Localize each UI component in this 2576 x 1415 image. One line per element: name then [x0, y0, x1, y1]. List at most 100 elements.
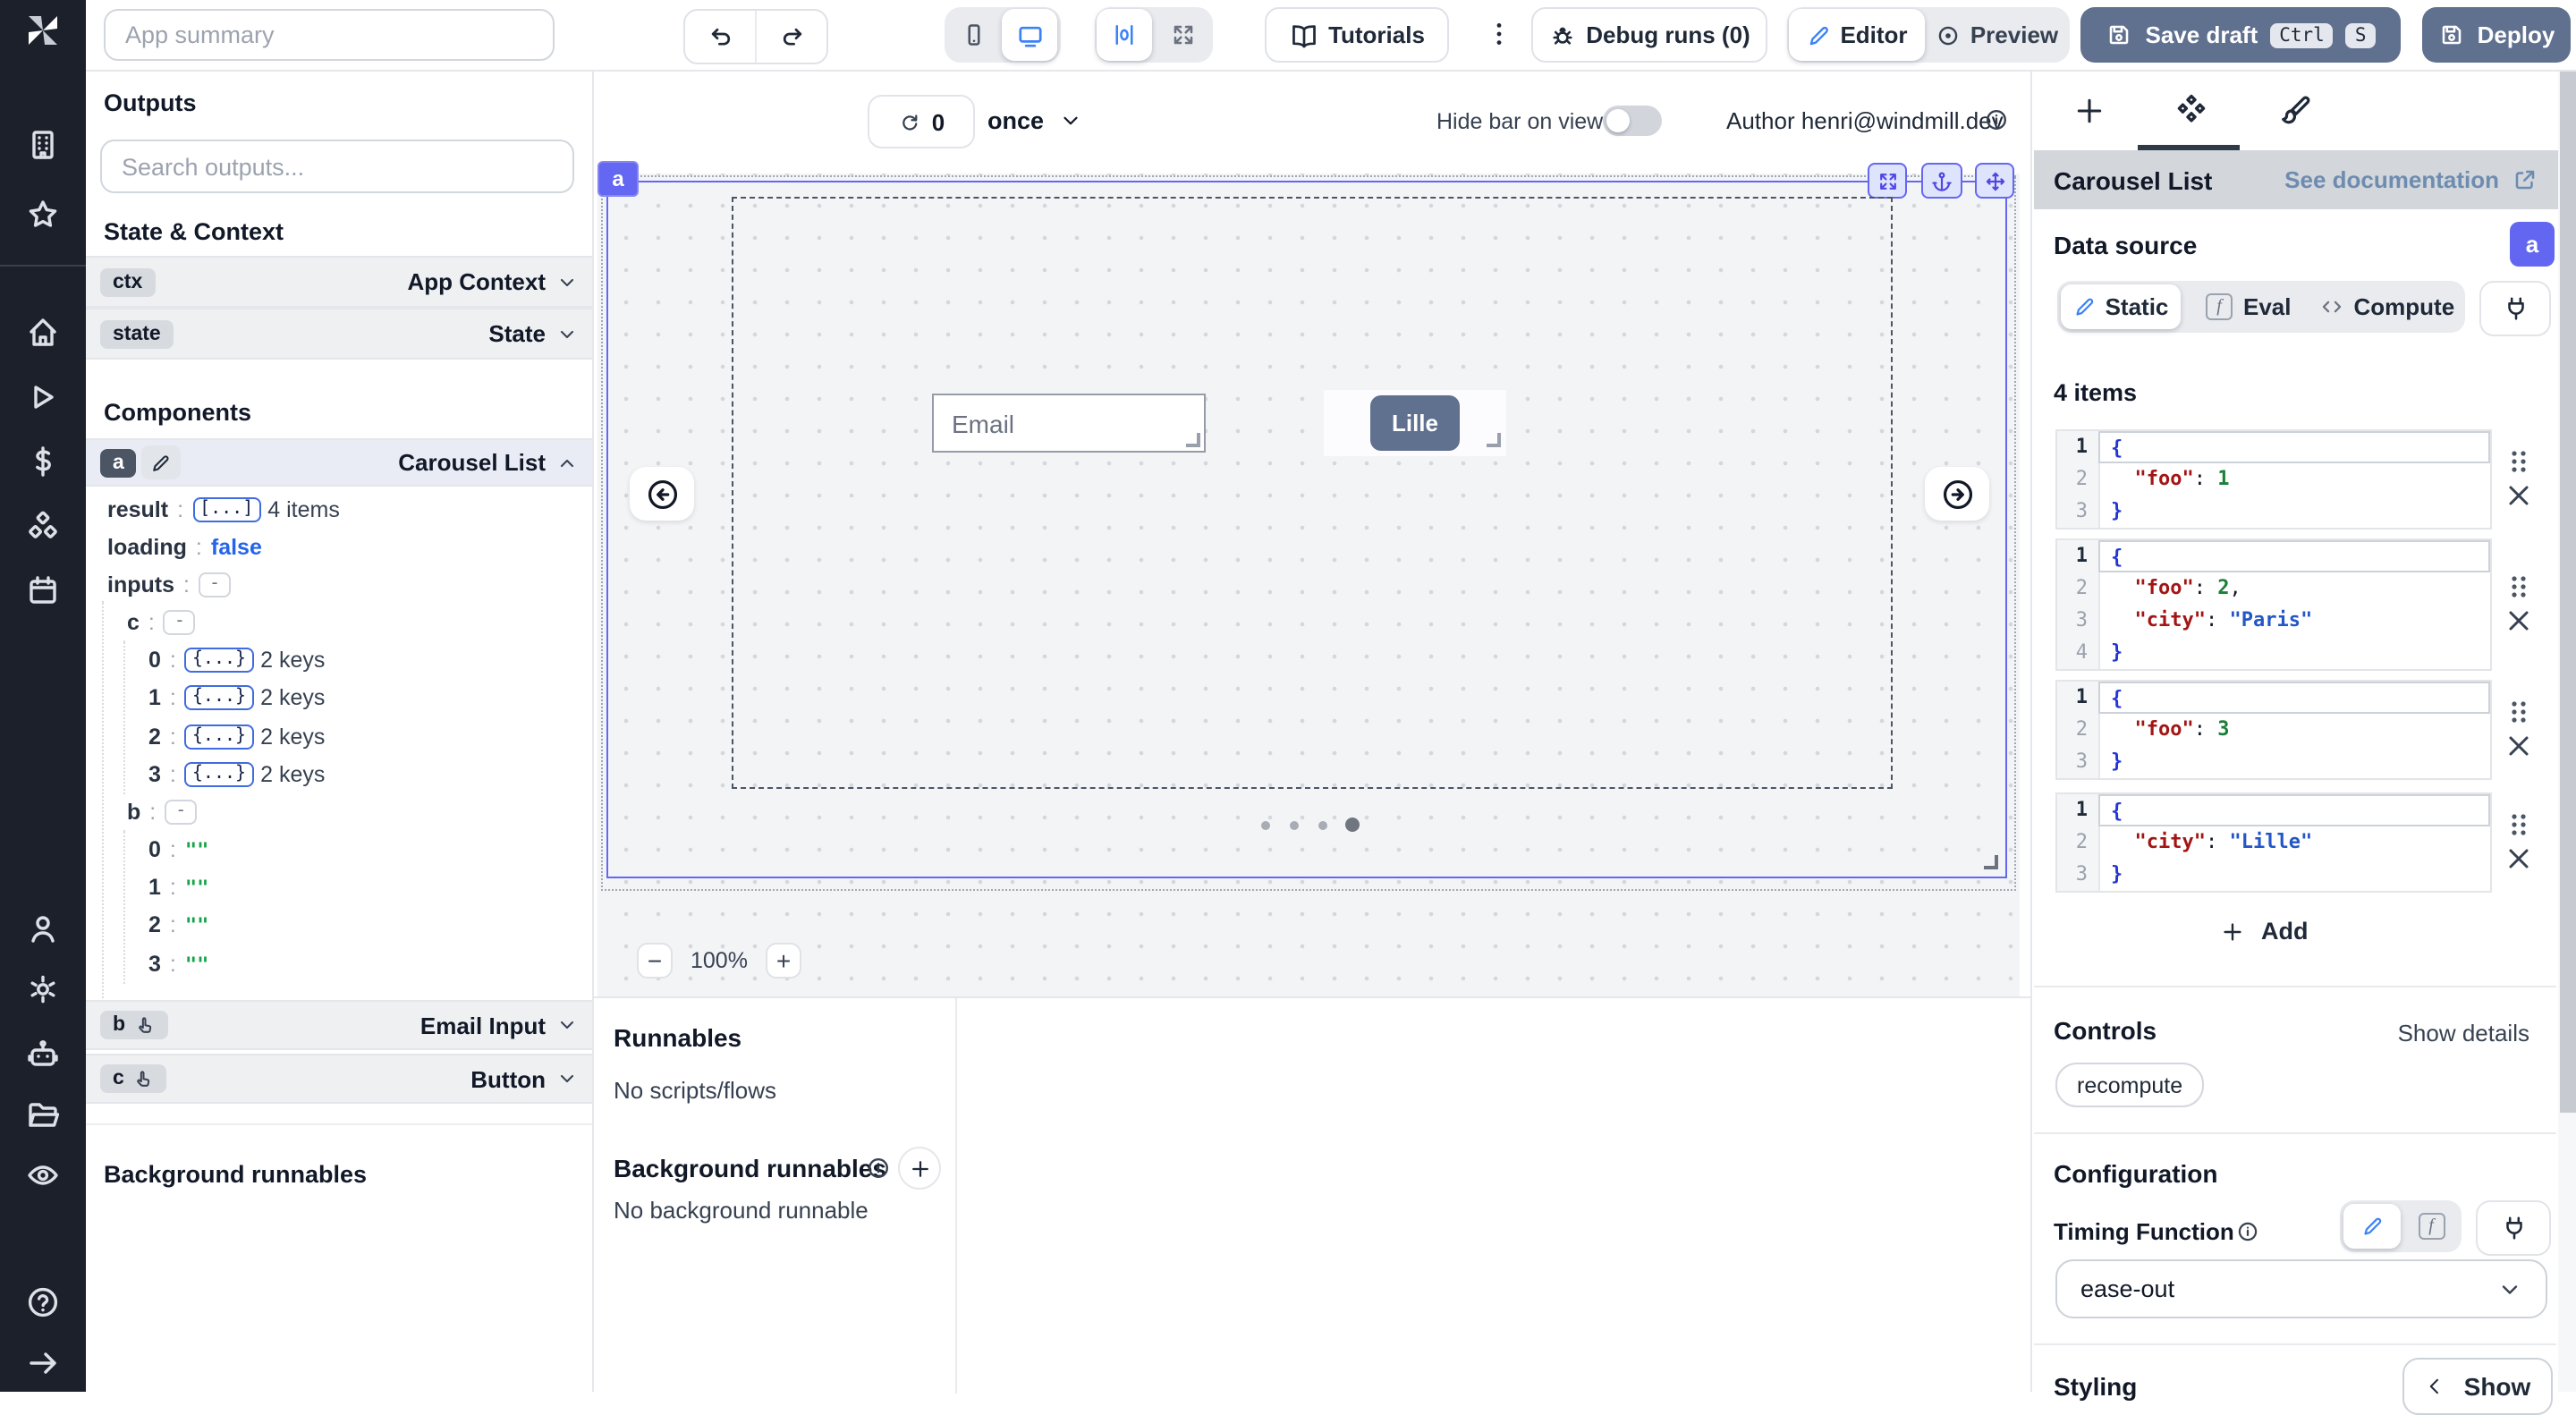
resize-handle[interactable]: [1487, 433, 1501, 447]
building-icon[interactable]: [25, 127, 61, 163]
tutorials-button[interactable]: Tutorials: [1265, 7, 1449, 63]
app-canvas[interactable]: a Email Lille: [597, 174, 2020, 996]
redo-button[interactable]: [757, 11, 826, 63]
tree-row-2[interactable]: 2:"": [148, 909, 208, 941]
resize-handle[interactable]: [1186, 433, 1200, 447]
tree-row-3[interactable]: 3:{...}2 keys: [148, 758, 325, 791]
item-editor-3[interactable]: 1{2 "foo": 33}: [2055, 680, 2492, 780]
carousel-dot-2[interactable]: [1290, 821, 1299, 830]
hide-bar-toggle[interactable]: [1603, 106, 1662, 136]
info-icon[interactable]: [866, 1156, 891, 1181]
move-component-button[interactable]: [1975, 163, 2014, 199]
carousel-dot-4-active[interactable]: [1345, 818, 1360, 832]
styling-show-button[interactable]: Show: [2402, 1358, 2553, 1415]
tree-row-0[interactable]: 0:{...}2 keys: [148, 644, 325, 676]
refresh-counter-button[interactable]: 0: [868, 95, 975, 148]
button-row[interactable]: c Button: [86, 1054, 592, 1104]
calendar-icon[interactable]: [25, 572, 61, 608]
desktop-view-button[interactable]: [1002, 9, 1057, 61]
recompute-button[interactable]: recompute: [2055, 1063, 2204, 1107]
zoom-in-button[interactable]: +: [766, 943, 801, 979]
tree-row-1[interactable]: 1:"": [148, 871, 208, 903]
folder-open-icon[interactable]: [25, 1097, 61, 1132]
home-icon[interactable]: [25, 315, 61, 351]
show-details-link[interactable]: Show details: [2398, 1020, 2529, 1046]
mobile-view-button[interactable]: [945, 21, 1002, 48]
tree-row-2[interactable]: 2:{...}2 keys: [148, 721, 325, 753]
save-draft-button[interactable]: Save draft Ctrl S: [2080, 7, 2401, 63]
debug-runs-button[interactable]: Debug runs (0): [1531, 7, 1767, 63]
user-icon[interactable]: [25, 911, 61, 946]
state-row[interactable]: state State: [86, 308, 592, 360]
timing-function-select[interactable]: ease-out: [2055, 1259, 2547, 1318]
add-background-runnable-button[interactable]: [898, 1147, 941, 1190]
connect-plug-button[interactable]: [2479, 281, 2551, 336]
fullwidth-layout-button[interactable]: [1152, 21, 1213, 48]
frequency-dropdown[interactable]: once: [987, 107, 1081, 134]
delete-item-icon[interactable]: [2506, 608, 2531, 633]
component-settings-tab[interactable]: [2174, 93, 2209, 129]
carousel-prev-button[interactable]: [630, 467, 694, 521]
more-menu-icon[interactable]: [1485, 20, 1513, 48]
add-item-button[interactable]: Add: [2220, 918, 2309, 945]
eval-mode-button[interactable]: f Eval: [2206, 293, 2292, 320]
styling-tab[interactable]: [2279, 93, 2313, 127]
see-documentation-link[interactable]: See documentation: [2284, 166, 2538, 193]
scrollbar-thumb[interactable]: [2560, 72, 2576, 1113]
component-id-badge[interactable]: a: [597, 161, 639, 197]
info-icon[interactable]: [1984, 107, 2009, 132]
windmill-logo-icon[interactable]: [23, 11, 63, 50]
item-editor-1[interactable]: 1{2 "foo": 13}: [2055, 429, 2492, 530]
tree-row-inputs[interactable]: inputs:-: [107, 569, 231, 601]
zoom-out-button[interactable]: −: [637, 943, 673, 979]
drag-handle-icon[interactable]: [2506, 574, 2531, 599]
bot-icon[interactable]: [25, 1036, 61, 1072]
timing-static-button[interactable]: [2343, 1204, 2401, 1249]
item-editor-4[interactable]: 1{2 "city": "Lille"3}: [2055, 792, 2492, 893]
anchor-component-button[interactable]: [1921, 163, 1962, 199]
undo-button[interactable]: [685, 11, 757, 63]
app-summary-input[interactable]: [104, 9, 555, 61]
tree-row-3[interactable]: 3:"": [148, 948, 208, 980]
lille-button[interactable]: Lille: [1370, 395, 1460, 451]
drag-handle-icon[interactable]: [2506, 449, 2531, 474]
tree-row-loading[interactable]: loading:false: [107, 531, 262, 563]
tree-row-c[interactable]: c:-: [127, 606, 196, 639]
star-icon[interactable]: [25, 197, 61, 233]
tree-row-b[interactable]: b:-: [127, 796, 197, 828]
compute-mode-button[interactable]: Compute: [2320, 293, 2455, 320]
expand-component-button[interactable]: [1868, 163, 1907, 199]
center-layout-button[interactable]: [1097, 9, 1152, 61]
drag-handle-icon[interactable]: [2506, 812, 2531, 837]
tree-row-1[interactable]: 1:{...}2 keys: [148, 682, 325, 714]
timing-eval-button[interactable]: f: [2401, 1213, 2462, 1240]
tree-row-0[interactable]: 0:"": [148, 834, 208, 866]
play-icon[interactable]: [25, 379, 61, 415]
editor-tab[interactable]: Editor: [1789, 9, 1925, 61]
help-circle-icon[interactable]: [25, 1284, 61, 1320]
dollar-icon[interactable]: [25, 444, 61, 479]
carousel-dot-3[interactable]: [1318, 821, 1327, 830]
delete-item-icon[interactable]: [2506, 483, 2531, 508]
insert-component-tab[interactable]: [2073, 95, 2106, 127]
search-outputs-input[interactable]: [100, 140, 574, 193]
drag-handle-icon[interactable]: [2506, 699, 2531, 724]
carousel-dot-1[interactable]: [1261, 821, 1270, 830]
edit-id-button[interactable]: [142, 445, 182, 479]
ctx-row[interactable]: ctx App Context: [86, 256, 592, 308]
delete-item-icon[interactable]: [2506, 846, 2531, 871]
info-icon[interactable]: [2236, 1220, 2259, 1243]
email-input-component[interactable]: Email: [932, 394, 1206, 453]
gear-icon[interactable]: [25, 971, 61, 1007]
carousel-next-button[interactable]: [1925, 467, 1989, 521]
eye-icon[interactable]: [25, 1157, 61, 1193]
timing-plug-button[interactable]: [2476, 1200, 2551, 1256]
email-input-row[interactable]: b Email Input: [86, 1000, 592, 1050]
boxes-icon[interactable]: [25, 508, 61, 544]
deploy-button[interactable]: Deploy: [2422, 7, 2571, 63]
scrollbar-track[interactable]: [2558, 72, 2576, 1392]
preview-tab[interactable]: Preview: [1925, 21, 2070, 48]
tree-row-result[interactable]: result:[...]4 items: [107, 494, 340, 526]
static-mode-button[interactable]: Static: [2061, 284, 2181, 329]
carousel-component-row[interactable]: a Carousel List: [86, 438, 592, 487]
